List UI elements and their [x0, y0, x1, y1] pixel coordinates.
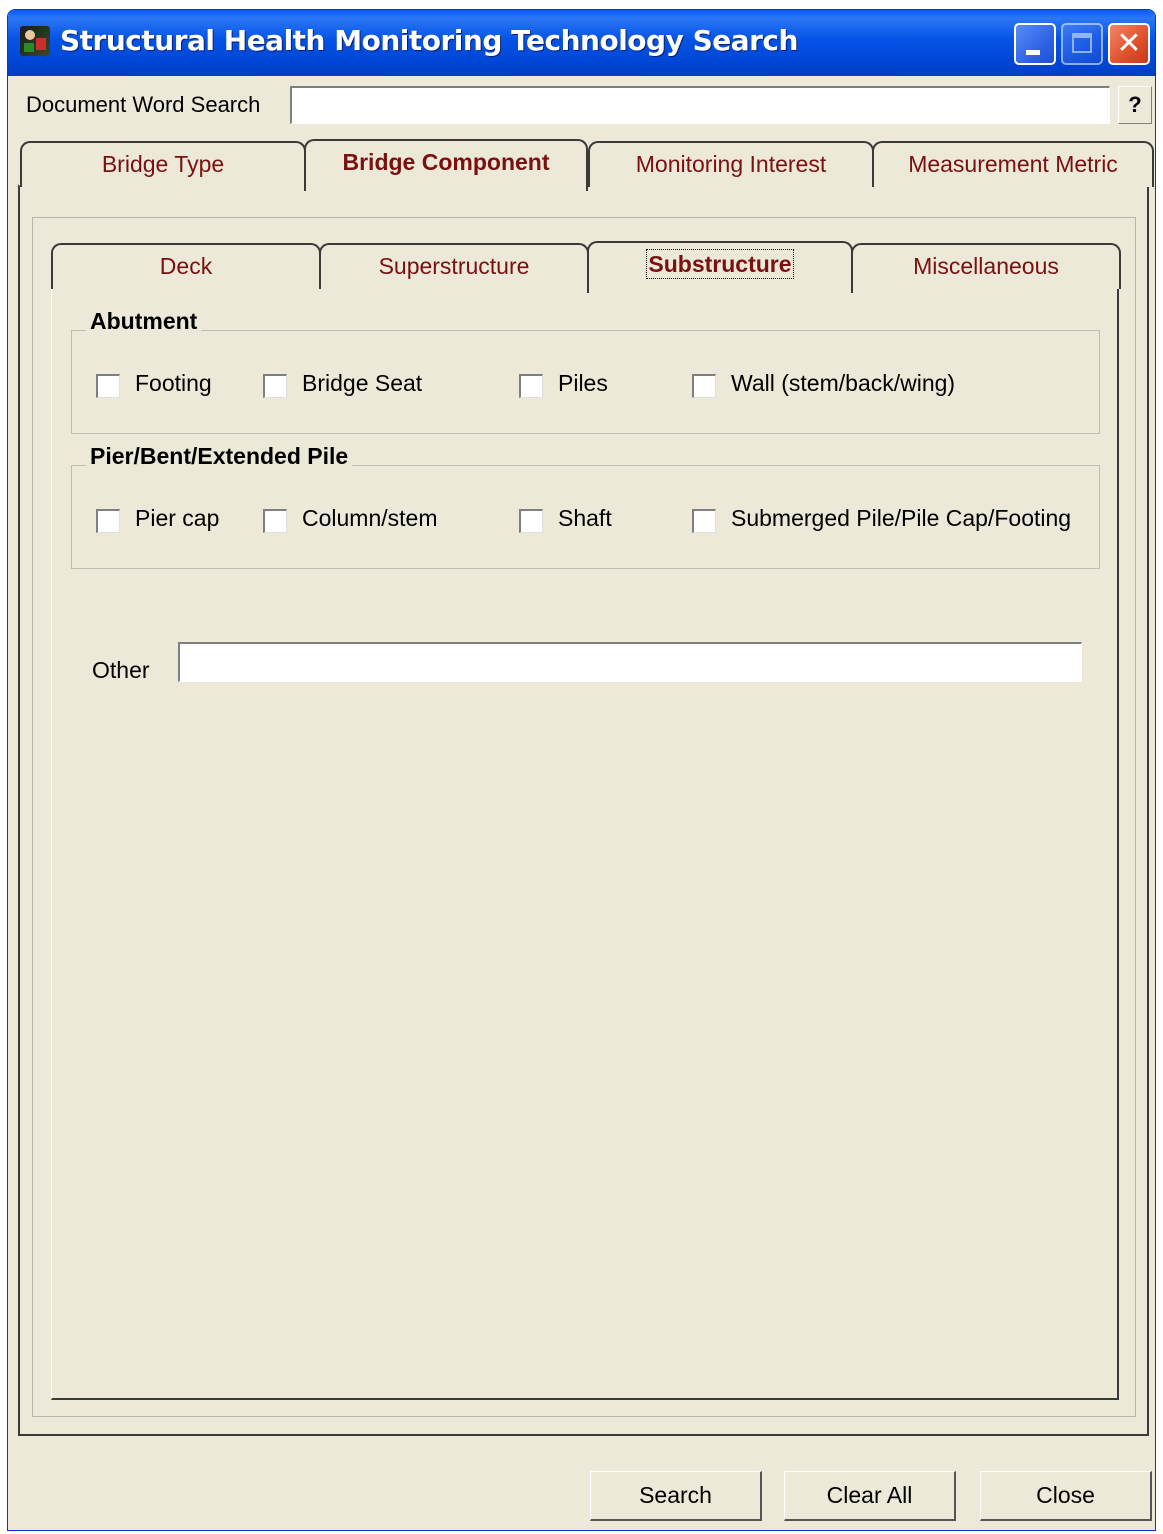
- piles-checkbox[interactable]: [519, 374, 543, 398]
- tab-substructure-label: Substructure: [646, 249, 794, 279]
- close-icon: ✕: [1116, 27, 1142, 60]
- abutment-title: Abutment: [86, 308, 202, 335]
- other-input[interactable]: [178, 642, 1082, 682]
- substructure-panel: Abutment Footing Bridge Seat Piles Wall …: [51, 287, 1119, 1400]
- footing-checkbox[interactable]: [96, 374, 120, 398]
- wall-label: Wall (stem/back/wing): [731, 370, 956, 396]
- tab-bridge-component[interactable]: Bridge Component: [304, 139, 588, 191]
- submerged-pile-checkbox[interactable]: [692, 509, 716, 533]
- tab-measurement-metric[interactable]: Measurement Metric: [872, 141, 1154, 187]
- minimize-button[interactable]: [1014, 23, 1056, 65]
- document-word-search-input[interactable]: [290, 86, 1110, 124]
- help-button[interactable]: ?: [1118, 86, 1152, 124]
- pier-title: Pier/Bent/Extended Pile: [86, 443, 353, 470]
- clear-all-button[interactable]: Clear All: [784, 1471, 956, 1521]
- shaft-label: Shaft: [558, 505, 612, 531]
- app-window: Structural Health Monitoring Technology …: [7, 9, 1156, 1531]
- tab-miscellaneous[interactable]: Miscellaneous: [851, 243, 1121, 289]
- column-stem-label: Column/stem: [302, 505, 438, 531]
- column-stem-checkbox[interactable]: [263, 509, 287, 533]
- wall-checkbox[interactable]: [692, 374, 716, 398]
- pier-cap-label: Pier cap: [135, 505, 220, 531]
- bridge-seat-checkbox[interactable]: [263, 374, 287, 398]
- app-icon: [20, 26, 50, 56]
- piles-label: Piles: [558, 370, 608, 396]
- footing-label: Footing: [135, 370, 212, 396]
- search-label: Document Word Search: [26, 92, 261, 117]
- search-button[interactable]: Search: [590, 1471, 762, 1521]
- title-bar[interactable]: Structural Health Monitoring Technology …: [8, 10, 1155, 76]
- tab-superstructure[interactable]: Superstructure: [319, 243, 589, 289]
- other-label: Other: [92, 657, 150, 683]
- shaft-checkbox[interactable]: [519, 509, 543, 533]
- tab-deck[interactable]: Deck: [51, 243, 321, 289]
- submerged-pile-label: Submerged Pile/Pile Cap/Footing: [731, 505, 1072, 531]
- pier-cap-checkbox[interactable]: [96, 509, 120, 533]
- close-window-button[interactable]: ✕: [1108, 23, 1150, 65]
- window-title: Structural Health Monitoring Technology …: [60, 24, 798, 57]
- close-button[interactable]: Close: [980, 1471, 1152, 1521]
- maximize-button[interactable]: [1061, 23, 1103, 65]
- tab-monitoring-interest[interactable]: Monitoring Interest: [588, 141, 874, 187]
- tab-bridge-type[interactable]: Bridge Type: [20, 141, 306, 187]
- bridge-seat-label: Bridge Seat: [302, 370, 423, 396]
- tab-substructure[interactable]: Substructure: [587, 241, 853, 293]
